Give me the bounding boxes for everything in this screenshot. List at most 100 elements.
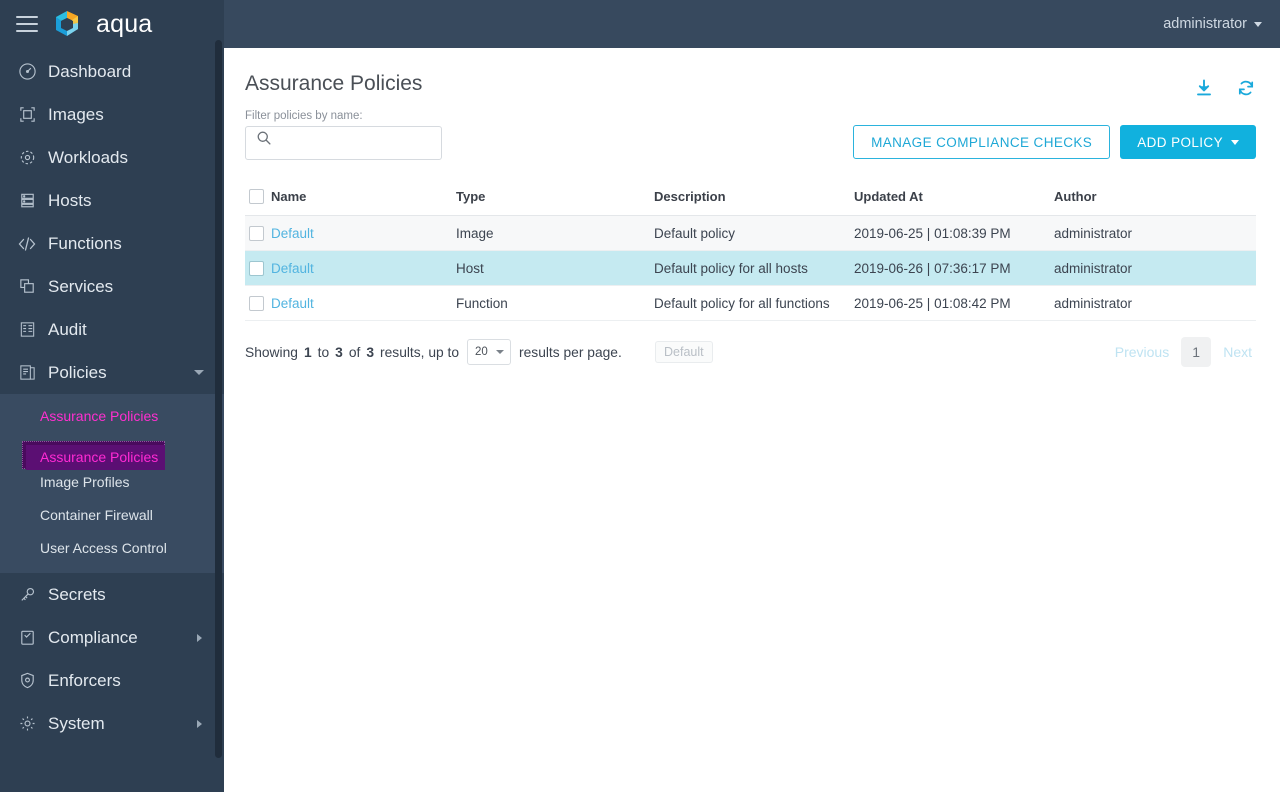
select-all-checkbox[interactable] xyxy=(249,189,264,205)
sidebar-scrollbar[interactable] xyxy=(215,40,222,758)
table-row[interactable]: Default Function Default policy for all … xyxy=(245,285,1256,322)
sidebar: aqua Dashboard Images Workloads Hosts Fu… xyxy=(0,0,224,792)
sidebar-item-system[interactable]: System xyxy=(0,702,224,745)
sidebar-item-enforcers[interactable]: Enforcers xyxy=(0,659,224,702)
cell-type: Image xyxy=(456,215,654,252)
workloads-icon xyxy=(10,148,44,167)
table-row[interactable]: Default Image Default policy 2019-06-25 … xyxy=(245,215,1256,252)
filter-row: Filter policies by name: MANAGE COMPLIAN… xyxy=(245,110,1256,160)
showing-from: 1 xyxy=(303,344,312,360)
sidebar-item-image-profiles[interactable]: Image Profiles xyxy=(0,466,224,499)
chevron-down-icon xyxy=(194,370,204,375)
key-icon xyxy=(10,585,44,604)
chevron-right-icon xyxy=(197,633,202,642)
chevron-down-icon xyxy=(1231,139,1239,145)
showing-prefix: Showing xyxy=(245,344,298,360)
sidebar-item-runtime-policies[interactable]: Runtime Policies xyxy=(0,433,224,466)
sidebar-item-container-firewall[interactable]: Container Firewall xyxy=(0,499,224,532)
cell-type: Host xyxy=(456,250,654,287)
sidebar-item-label: Dashboard xyxy=(48,61,132,81)
sidebar-item-workloads[interactable]: Workloads xyxy=(0,136,224,179)
brand-name: aqua xyxy=(96,9,153,38)
row-checkbox[interactable] xyxy=(249,226,264,242)
results-per-page-select[interactable]: 20 xyxy=(467,339,512,366)
sidebar-item-label: Compliance xyxy=(48,627,138,647)
column-header-updated-at[interactable]: Updated At xyxy=(854,188,1054,217)
policy-name-link[interactable]: Default xyxy=(271,261,314,276)
clipboard-check-icon xyxy=(10,628,44,647)
add-policy-button[interactable]: ADD POLICY xyxy=(1120,125,1256,159)
table-row[interactable]: Default Host Default policy for all host… xyxy=(245,250,1256,287)
sidebar-item-functions[interactable]: Functions xyxy=(0,222,224,265)
sidebar-item-services[interactable]: Services xyxy=(0,265,224,308)
showing-total: 3 xyxy=(366,344,375,360)
sidebar-item-policies[interactable]: Policies xyxy=(0,351,224,394)
hamburger-icon[interactable] xyxy=(16,16,38,32)
row-checkbox[interactable] xyxy=(249,261,264,277)
layers-icon xyxy=(10,277,44,296)
page-title: Assurance Policies xyxy=(245,72,423,95)
cell-updated-at: 2019-06-26 | 07:36:17 PM xyxy=(854,250,1054,287)
shield-icon xyxy=(10,671,44,690)
cell-name: Default xyxy=(271,215,456,252)
results-per-page-value: 20 xyxy=(475,346,488,359)
sidebar-item-label: Policies xyxy=(48,362,107,382)
image-frame-icon xyxy=(10,105,44,124)
gauge-icon xyxy=(10,62,44,81)
column-header-type[interactable]: Type xyxy=(456,188,654,217)
column-header-description[interactable]: Description xyxy=(654,188,854,217)
topbar: administrator xyxy=(224,0,1280,48)
sidebar-item-images[interactable]: Images xyxy=(0,93,224,136)
table-body: Default Image Default policy 2019-06-25 … xyxy=(245,215,1256,322)
cell-author: administrator xyxy=(1054,250,1256,287)
sidebar-nav: Dashboard Images Workloads Hosts Functio… xyxy=(0,48,224,745)
showing-to-word: to xyxy=(317,344,330,360)
cell-name: Default xyxy=(271,250,456,287)
row-select-cell xyxy=(245,285,271,322)
cell-author: administrator xyxy=(1054,215,1256,252)
refresh-icon[interactable] xyxy=(1236,78,1256,98)
chevron-down-icon xyxy=(1254,21,1262,27)
aqua-logo-icon xyxy=(52,9,82,39)
user-menu[interactable]: administrator xyxy=(1163,16,1262,32)
next-page-button[interactable]: Next xyxy=(1219,344,1256,360)
sidebar-item-audit[interactable]: Audit xyxy=(0,308,224,351)
showing-of-word: of xyxy=(348,344,361,360)
column-header-author[interactable]: Author xyxy=(1054,188,1256,217)
download-icon[interactable] xyxy=(1194,78,1214,98)
user-name: administrator xyxy=(1163,16,1247,32)
sidebar-item-assurance-policies[interactable]: Assurance Policies xyxy=(0,400,224,433)
cell-name: Default xyxy=(271,285,456,322)
brand-header: aqua xyxy=(0,0,224,48)
toolbar-actions: MANAGE COMPLIANCE CHECKS ADD POLICY xyxy=(853,125,1256,160)
page-header: Assurance Policies xyxy=(245,70,1256,98)
sidebar-item-label: Functions xyxy=(48,233,122,253)
sidebar-item-hosts[interactable]: Hosts xyxy=(0,179,224,222)
sidebar-item-label: Secrets xyxy=(48,584,106,604)
sidebar-item-compliance[interactable]: Compliance xyxy=(0,616,224,659)
pagination-summary: Showing 1 to 3 of 3 results, up to 20 re… xyxy=(245,339,622,366)
policy-name-link[interactable]: Default xyxy=(271,296,314,311)
column-header-name[interactable]: Name xyxy=(271,188,456,217)
policy-name-link[interactable]: Default xyxy=(271,226,314,241)
sidebar-item-secrets[interactable]: Secrets xyxy=(0,573,224,616)
page-number-1[interactable]: 1 xyxy=(1181,337,1212,368)
cell-description: Default policy for all functions xyxy=(654,285,854,322)
sidebar-item-label: Enforcers xyxy=(48,670,121,690)
row-checkbox[interactable] xyxy=(249,296,264,312)
search-input[interactable] xyxy=(245,126,442,160)
cell-updated-at: 2019-06-25 | 01:08:39 PM xyxy=(854,215,1054,252)
manage-compliance-checks-button[interactable]: MANAGE COMPLIANCE CHECKS xyxy=(853,125,1111,159)
sidebar-item-dashboard[interactable]: Dashboard xyxy=(0,50,224,93)
chevron-right-icon xyxy=(197,719,202,728)
sidebar-item-label: Workloads xyxy=(48,147,128,167)
search-wrapper xyxy=(245,126,442,160)
cell-description: Default policy xyxy=(654,215,854,252)
sidebar-item-label: Audit xyxy=(48,319,87,339)
showing-to: 3 xyxy=(335,344,343,360)
main-area: administrator Assurance Policies Filter … xyxy=(224,0,1280,792)
sidebar-item-user-access-control[interactable]: User Access Control xyxy=(0,532,224,565)
server-icon xyxy=(10,191,44,210)
previous-page-button[interactable]: Previous xyxy=(1111,344,1173,360)
gear-icon xyxy=(10,714,44,733)
